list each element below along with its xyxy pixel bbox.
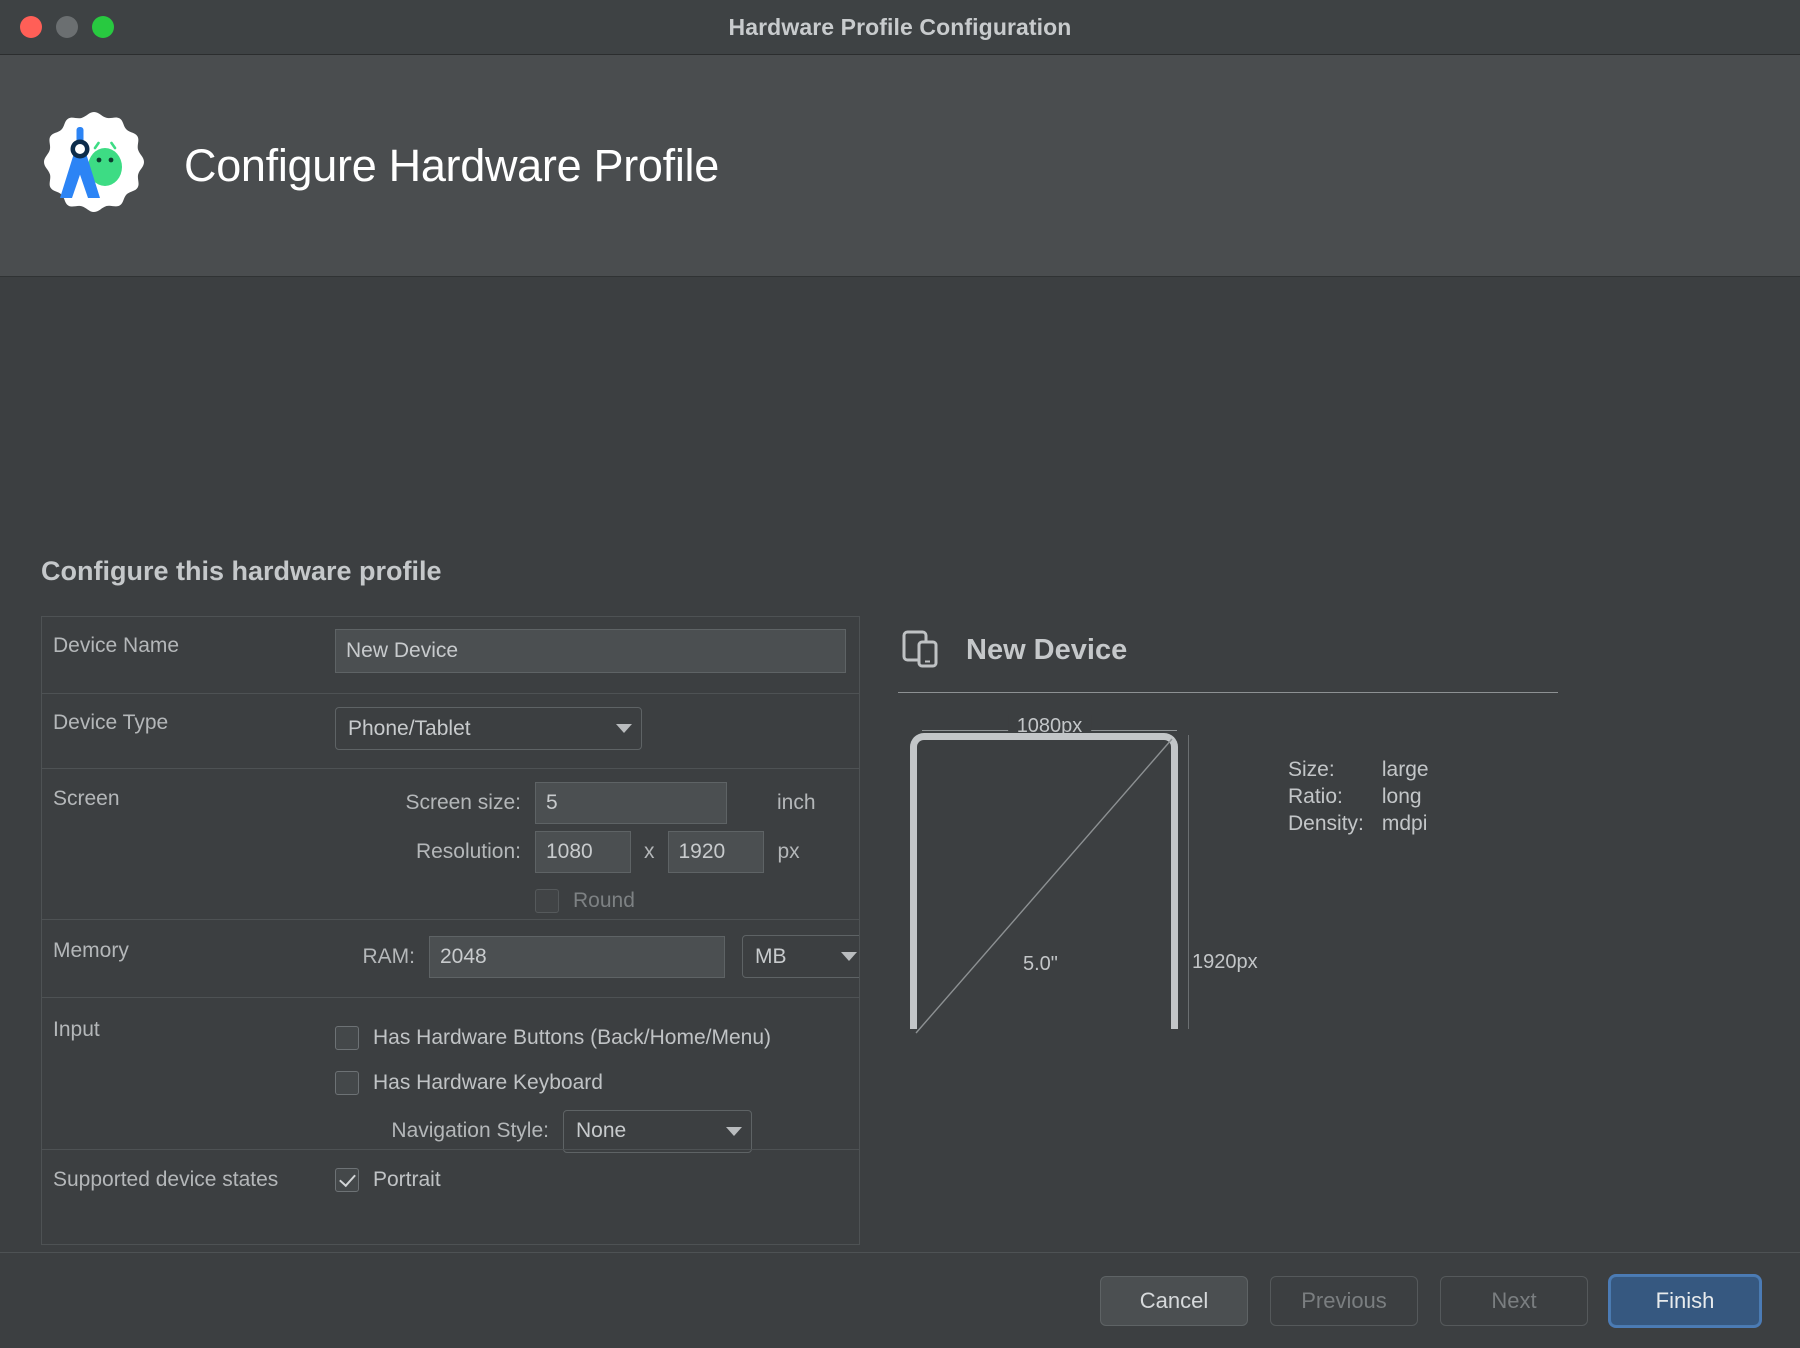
ram-unit-value: MB — [755, 945, 832, 969]
device-name-label: Device Name — [53, 617, 335, 659]
finish-button[interactable]: Finish — [1610, 1276, 1760, 1326]
wizard-body: Configure this hardware profile Device N… — [0, 277, 1800, 1348]
wizard-header: Configure Hardware Profile — [0, 55, 1800, 277]
spec-ratio-label: Ratio: — [1288, 785, 1364, 809]
title-bar: Hardware Profile Configuration — [0, 0, 1800, 55]
next-button: Next — [1440, 1276, 1588, 1326]
navigation-style-label: Navigation Style: — [335, 1119, 563, 1143]
resolution-label: Resolution: — [335, 840, 535, 864]
device-type-value: Phone/Tablet — [348, 717, 607, 741]
device-preview-title: New Device — [966, 634, 1127, 667]
navigation-style-value: None — [576, 1119, 717, 1143]
spec-ratio-value: long — [1382, 785, 1429, 809]
supported-device-states-row: Supported device states Portrait — [42, 1149, 859, 1244]
window-title: Hardware Profile Configuration — [0, 14, 1800, 41]
page-title: Configure Hardware Profile — [184, 140, 719, 192]
ram-label: RAM: — [335, 945, 429, 969]
hardware-profile-configuration-window: Hardware Profile Configuration Configure… — [0, 0, 1800, 1348]
chevron-down-icon — [717, 1127, 751, 1136]
screen-label: Screen — [53, 769, 335, 812]
device-diagram: 1080px 5.0" 1920px Size: large Ratio: lo… — [898, 719, 1558, 1169]
diagonal-line — [910, 733, 1178, 1029]
previous-button: Previous — [1270, 1276, 1418, 1326]
spec-size-value: large — [1382, 758, 1429, 782]
input-label: Input — [53, 998, 335, 1043]
memory-label: Memory — [53, 920, 335, 964]
screen-size-input[interactable]: 5 — [535, 782, 727, 824]
spec-density-label: Density: — [1288, 812, 1364, 836]
hardware-keyboard-label: Has Hardware Keyboard — [373, 1071, 603, 1095]
device-preview-panel: New Device 1080px 5.0" 1920px Size: larg… — [898, 622, 1558, 1169]
ram-unit-dropdown[interactable]: MB — [742, 935, 860, 978]
resolution-unit: px — [778, 840, 800, 864]
device-specs: Size: large Ratio: long Density: mdpi — [1288, 758, 1429, 836]
devices-icon — [898, 626, 942, 675]
round-checkbox — [535, 889, 559, 913]
portrait-label: Portrait — [373, 1168, 441, 1192]
spec-density-value: mdpi — [1382, 812, 1429, 836]
chevron-down-icon — [607, 724, 641, 733]
screen-row: Screen Screen size: 5 inch Resolution: 1… — [42, 768, 859, 919]
device-type-label: Device Type — [53, 694, 335, 736]
hardware-keyboard-checkbox-row[interactable]: Has Hardware Keyboard — [335, 1060, 859, 1105]
memory-row: Memory RAM: 2048 MB — [42, 919, 859, 997]
height-dimension-line — [1188, 735, 1189, 1029]
chevron-down-icon — [832, 952, 860, 961]
device-name-input[interactable]: New Device — [335, 629, 846, 673]
diagonal-label: 5.0" — [1016, 951, 1065, 978]
window-controls — [0, 16, 114, 38]
divider — [898, 692, 1558, 693]
resolution-width-input[interactable]: 1080 — [535, 831, 631, 873]
navigation-style-dropdown[interactable]: None — [563, 1110, 752, 1153]
device-type-dropdown[interactable]: Phone/Tablet — [335, 707, 642, 750]
hardware-keyboard-checkbox — [335, 1071, 359, 1095]
spec-size-label: Size: — [1288, 758, 1364, 782]
hardware-buttons-label: Has Hardware Buttons (Back/Home/Menu) — [373, 1026, 771, 1050]
screen-size-label: Screen size: — [335, 791, 535, 815]
height-dimension-label: 1920px — [1192, 951, 1258, 974]
hardware-buttons-checkbox-row[interactable]: Has Hardware Buttons (Back/Home/Menu) — [335, 1015, 859, 1060]
resolution-separator: x — [644, 840, 655, 864]
ram-input[interactable]: 2048 — [429, 936, 725, 978]
input-row: Input Has Hardware Buttons (Back/Home/Me… — [42, 997, 859, 1149]
close-window-button[interactable] — [20, 16, 42, 38]
wizard-footer: Cancel Previous Next Finish — [0, 1252, 1800, 1348]
android-studio-logo-icon — [38, 110, 150, 222]
hardware-buttons-checkbox — [335, 1026, 359, 1050]
device-type-row: Device Type Phone/Tablet — [42, 693, 859, 768]
cancel-button[interactable]: Cancel — [1100, 1276, 1248, 1326]
portrait-checkbox — [335, 1168, 359, 1192]
hardware-profile-form: Device Name New Device Device Type Phone… — [41, 616, 860, 1245]
round-checkbox-row[interactable]: Round — [535, 889, 635, 913]
section-title: Configure this hardware profile — [41, 556, 442, 587]
resolution-height-input[interactable]: 1920 — [668, 831, 764, 873]
round-label: Round — [573, 889, 635, 913]
maximize-window-button[interactable] — [92, 16, 114, 38]
device-name-row: Device Name New Device — [42, 617, 859, 693]
supported-device-states-label: Supported device states — [53, 1150, 303, 1193]
portrait-checkbox-row[interactable]: Portrait — [335, 1168, 859, 1192]
minimize-window-button[interactable] — [56, 16, 78, 38]
screen-size-unit: inch — [777, 791, 816, 815]
device-preview-header: New Device — [898, 622, 1558, 678]
